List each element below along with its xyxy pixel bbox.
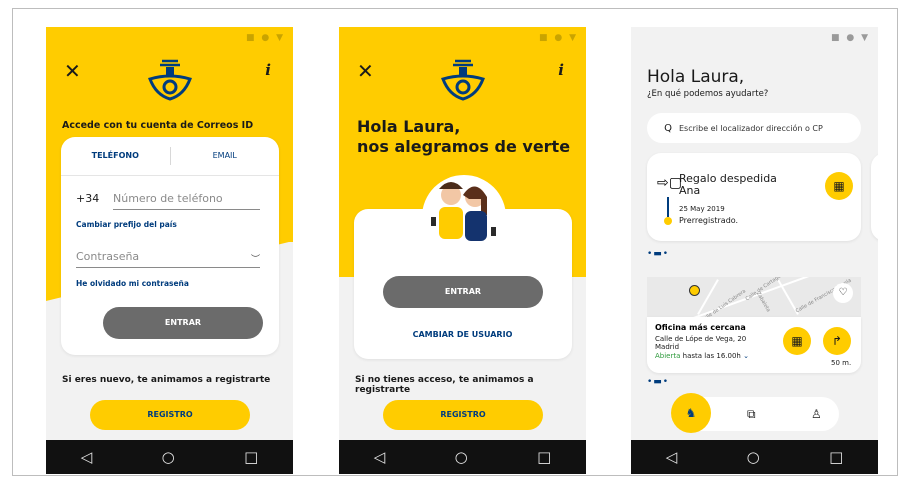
screenshot-frame: ■ ● ▼ ✕ i Accede con tu cuenta de Correo… [12,8,898,476]
chevron-down-icon[interactable]: ⌄ [743,352,749,360]
recents-icon[interactable]: □ [537,448,551,466]
carousel-dots: •▬• [647,249,670,259]
register-prompt: Si eres nuevo, te animamos a registrarte [62,375,271,385]
android-navbar: ◁ ○ □ [46,440,293,474]
home-icon[interactable]: ○ [747,448,760,466]
password-field[interactable]: Contraseña [76,250,260,268]
android-navbar: ◁ ○ □ [339,440,586,474]
change-user-link[interactable]: CAMBIAR DE USUARIO [339,330,586,339]
heart-icon[interactable]: ♡ [833,283,853,303]
profile-tab-icon[interactable]: ♙ [811,407,822,421]
android-navbar: ◁ ○ □ [631,440,878,474]
shipment-card[interactable] [647,153,861,241]
hours-label: hasta las 16.00h [682,352,741,360]
tab-phone[interactable]: TELÉFONO [61,137,170,175]
carousel-dots: •▬• [647,377,670,387]
directions-button[interactable]: ↱ [823,327,851,355]
enter-button[interactable]: ENTRAR [383,276,543,308]
tab-underline [61,175,279,176]
shipment-date: 25 May 2019 [679,205,725,213]
home-greeting: Hola Laura, [647,67,745,87]
shipment-title: Regalo despedida Ana [679,172,777,197]
greeting-title: Hola Laura, nos alegramos de verte [357,117,570,157]
enter-button[interactable]: ENTRAR [103,307,263,339]
status-icons: ■ ● ▼ [246,33,285,43]
correos-logo-icon [441,59,485,101]
search-icon: Q [664,122,672,134]
calendar-button[interactable]: ▦ [825,172,853,200]
home-subtitle: ¿En qué podemos ayudarte? [647,89,769,99]
greeting-line-1: Hola Laura, [357,117,461,136]
open-status: Abierta [655,352,681,360]
home-screen: ■ ● ▼ Hola Laura, ¿En qué podemos ayudar… [631,27,878,474]
back-icon[interactable]: ◁ [666,448,678,466]
back-icon[interactable]: ◁ [81,448,93,466]
register-button[interactable]: REGISTRO [90,400,250,430]
country-prefix[interactable]: +34 [76,192,99,205]
phone-field[interactable]: Número de teléfono [113,192,260,210]
office-city: Madrid [655,343,680,351]
street-label: Calle de Luis Cabrera [700,288,748,317]
login-tabs: TELÉFONO EMAIL [61,137,279,175]
office-address: Calle de Lópe de Vega, 20 [655,335,747,343]
location-pin-icon [689,285,700,296]
calendar-button[interactable]: ▦ [783,327,811,355]
home-icon[interactable]: ○ [162,448,175,466]
distance-label: 50 m. [831,359,852,367]
bottom-nav: ♞ ⧉ ♙ [671,393,839,433]
shipment-status: Prerregistrado. [679,216,739,225]
register-prompt: Si no tienes acceso, te animamos a regis… [355,375,534,395]
timeline-dot [664,217,672,225]
register-button[interactable]: REGISTRO [383,400,543,430]
eye-icon[interactable]: ︶ [251,252,260,265]
status-icons: ■ ● ▼ [831,33,870,43]
search-input[interactable]: Escribe el localizador dirección o CP [679,124,823,133]
status-icons: ■ ● ▼ [539,33,578,43]
package-tab-icon[interactable]: ⧉ [747,407,756,422]
close-icon[interactable]: ✕ [64,59,81,83]
close-icon[interactable]: ✕ [357,59,374,83]
change-prefix-link[interactable]: Cambiar prefijo del país [76,220,177,229]
info-icon[interactable]: i [558,61,564,79]
welcome-back-screen: ■ ● ▼ ✕ i Hola Laura, nos alegramos de v… [339,27,586,474]
timeline-line [667,197,669,217]
street-label: Zabaleta [754,290,772,314]
recents-icon[interactable]: □ [829,448,843,466]
map-view[interactable]: Calle de Luis Cabrera Calle de Cartagena… [647,277,861,317]
forgot-password-link[interactable]: He olvidado mi contraseña [76,279,189,288]
page-title: Accede con tu cuenta de Correos ID [62,120,254,131]
login-screen: ■ ● ▼ ✕ i Accede con tu cuenta de Correo… [46,27,293,474]
info-icon[interactable]: i [265,61,271,79]
search-bar[interactable]: Q Escribe el localizador dirección o CP [647,113,861,143]
users-illustration-icon [422,175,506,259]
recents-icon[interactable]: □ [244,448,258,466]
login-card: TELÉFONO EMAIL +34 Número de teléfono Ca… [61,137,279,355]
next-card-peek[interactable] [871,153,878,241]
home-tab-icon[interactable]: ♞ [671,393,711,433]
tab-email[interactable]: EMAIL [171,137,280,175]
correos-logo-icon [148,59,192,101]
street-label: Calle de Cartagena [744,277,788,303]
home-icon[interactable]: ○ [455,448,468,466]
office-title: Oficina más cercana [655,323,746,332]
greeting-line-2: nos alegramos de verte [357,137,571,156]
office-hours: Abierta hasta las 16.00h ⌄ [655,352,749,360]
back-icon[interactable]: ◁ [374,448,386,466]
